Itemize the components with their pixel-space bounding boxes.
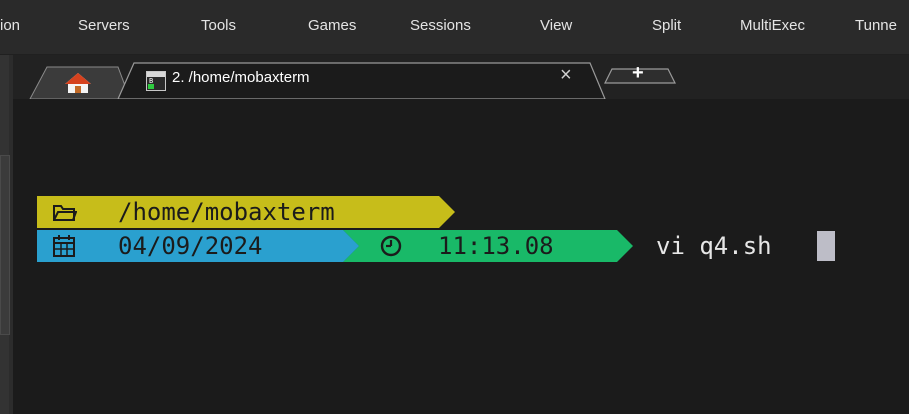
terminal-cursor (817, 231, 835, 261)
menu-tools[interactable]: Tools (201, 17, 236, 34)
terminal-area[interactable]: /home/mobaxterm 04/09/2024 11:13.08 vi q… (13, 99, 909, 414)
tab-bar: B 2. /home/mobaxterm × + (0, 55, 909, 99)
menu-session[interactable]: ion (0, 17, 20, 34)
home-icon (65, 73, 91, 93)
prompt-command: vi q4.sh (656, 232, 772, 260)
menu-sessions[interactable]: Sessions (410, 17, 471, 34)
clock-icon (380, 235, 402, 257)
plus-icon: + (632, 62, 644, 84)
prompt-path: /home/mobaxterm (118, 198, 335, 226)
prompt-date: 04/09/2024 (118, 232, 263, 260)
calendar-icon (53, 235, 75, 257)
left-panel-strip (0, 55, 13, 414)
tab-bar-shapes (0, 62, 676, 99)
prompt-time: 11:13.08 (438, 232, 554, 260)
svg-text:B: B (149, 77, 153, 85)
terminal-icon: B (146, 71, 166, 91)
tab-close-button[interactable]: × (560, 64, 572, 87)
menu-multiexec[interactable]: MultiExec (740, 17, 805, 34)
menu-servers[interactable]: Servers (78, 17, 130, 34)
menu-bar: ion Servers Tools Games Sessions View Sp… (0, 0, 909, 55)
menu-split[interactable]: Split (652, 17, 681, 34)
tab-label: 2. /home/mobaxterm (172, 69, 310, 86)
left-panel-scroll[interactable] (0, 155, 10, 335)
menu-games[interactable]: Games (308, 17, 356, 34)
folder-icon (53, 205, 77, 221)
menu-view[interactable]: View (540, 17, 572, 34)
menu-tunneling[interactable]: Tunne (855, 17, 897, 34)
